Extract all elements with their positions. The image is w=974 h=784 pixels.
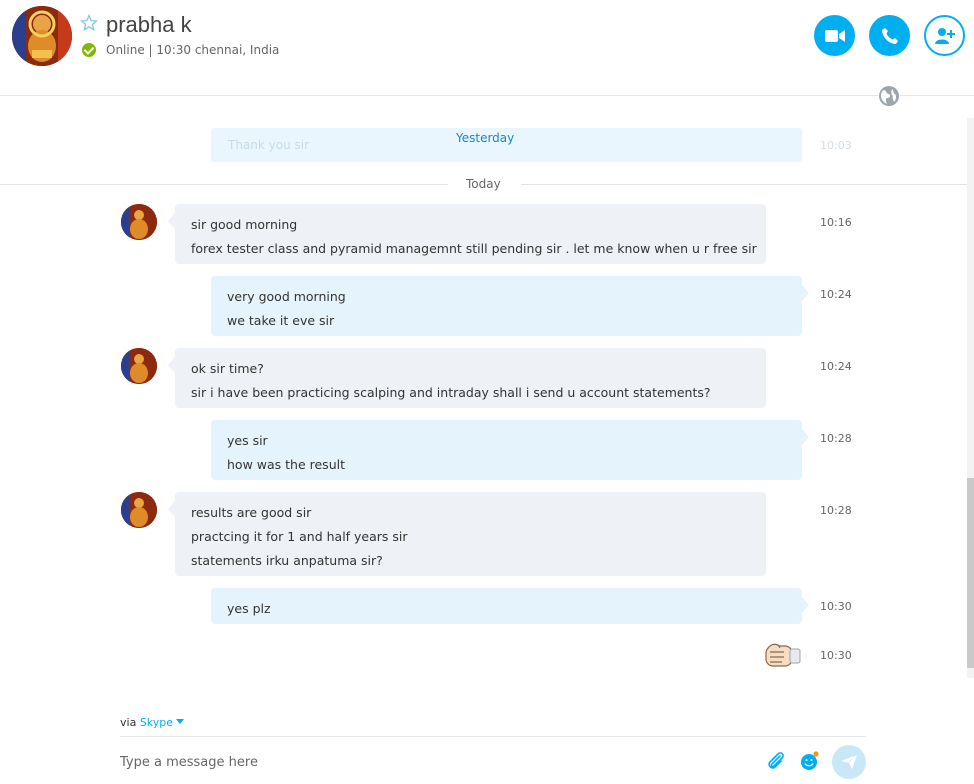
incoming-message-bubble[interactable]: results are good sir practcing it for 1 …	[168, 492, 766, 576]
outgoing-message-bubble[interactable]: yes sir how was the result	[211, 420, 809, 480]
compose-divider	[120, 736, 866, 737]
add-people-button[interactable]	[924, 15, 965, 56]
incoming-message-bubble[interactable]: sir good morning forex tester class and …	[168, 204, 766, 264]
chevron-down-icon[interactable]	[176, 719, 185, 724]
previous-message-time: 10:03	[820, 139, 852, 152]
via-selector[interactable]: via Skype	[120, 716, 185, 729]
message-line: very good morning	[227, 289, 346, 304]
emoticon-picker-icon[interactable]	[800, 751, 820, 771]
sender-avatar[interactable]	[121, 348, 157, 384]
status-line: Online | 10:30 chennai, India	[106, 43, 279, 57]
scrollbar-thumb[interactable]	[967, 478, 974, 668]
outgoing-message-bubble[interactable]: very good morning we take it eve sir	[211, 276, 809, 336]
today-label: Today	[466, 177, 501, 191]
status-label: Online	[106, 43, 145, 57]
message-time: 10:28	[820, 432, 852, 445]
message-time: 10:24	[820, 288, 852, 301]
yesterday-label[interactable]: Yesterday	[456, 131, 514, 145]
message-line: sir i have been practicing scalping and …	[191, 385, 711, 400]
fist-bump-emoticon[interactable]	[764, 640, 802, 670]
previous-message-text: Thank you sir	[228, 138, 310, 152]
message-line: yes sir	[227, 433, 268, 448]
via-service[interactable]: Skype	[140, 716, 173, 729]
voice-call-button[interactable]	[869, 15, 910, 56]
message-input[interactable]	[120, 748, 740, 776]
send-button[interactable]	[832, 745, 866, 779]
message-line: statements irku anpatuma sir?	[191, 553, 383, 568]
message-line: practcing it for 1 and half years sir	[191, 529, 408, 544]
divider-left	[0, 184, 448, 185]
outgoing-message-bubble[interactable]: yes plz	[211, 588, 809, 624]
message-time: 10:16	[820, 216, 852, 229]
add-person-icon	[934, 27, 955, 44]
message-time: 10:30	[820, 600, 852, 613]
send-icon	[841, 755, 857, 769]
message-line: ok sir time?	[191, 361, 264, 376]
emoticon-time: 10:30	[820, 649, 852, 662]
sender-avatar[interactable]	[121, 204, 157, 240]
status-separator: |	[148, 43, 153, 57]
contact-name: prabha k	[106, 12, 192, 37]
message-line: yes plz	[227, 601, 271, 616]
via-prefix: via	[120, 716, 137, 729]
divider-right	[521, 184, 967, 185]
message-line: how was the result	[227, 457, 345, 472]
video-call-button[interactable]	[814, 15, 855, 56]
sender-avatar[interactable]	[121, 492, 157, 528]
message-time: 10:24	[820, 360, 852, 373]
favorite-star-icon[interactable]	[79, 13, 99, 32]
online-status-icon	[82, 43, 96, 57]
message-time: 10:28	[820, 504, 852, 517]
incoming-message-bubble[interactable]: ok sir time? sir i have been practicing …	[168, 348, 766, 408]
message-line: we take it eve sir	[227, 313, 335, 328]
phone-icon	[881, 27, 898, 44]
contact-avatar[interactable]	[12, 6, 72, 66]
message-line: results are good sir	[191, 505, 312, 520]
attach-file-icon[interactable]	[766, 751, 786, 773]
scrollbar[interactable]	[967, 118, 974, 678]
chat-header: prabha k Online | 10:30 chennai, India	[0, 0, 974, 96]
message-line: sir good morning	[191, 217, 298, 232]
message-line: forex tester class and pyramid managemnt…	[191, 241, 757, 256]
video-camera-icon	[824, 29, 845, 42]
local-time: 10:30 chennai, India	[156, 43, 280, 57]
globe-icon[interactable]	[878, 85, 900, 107]
